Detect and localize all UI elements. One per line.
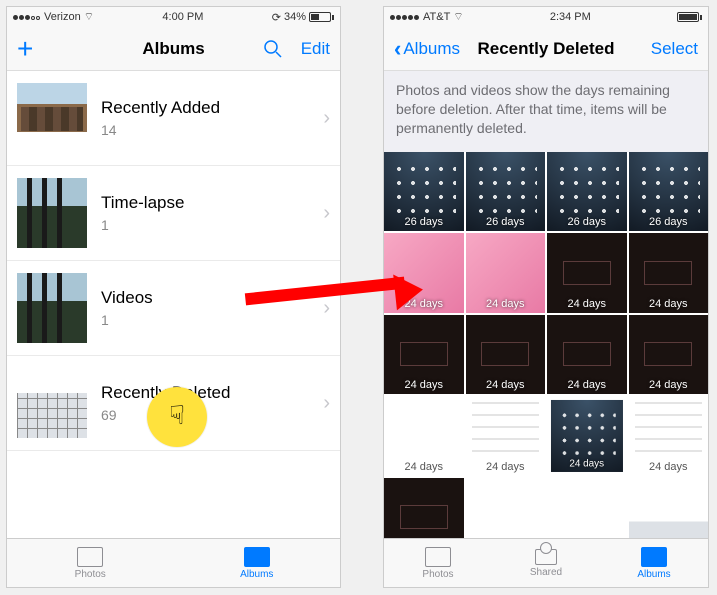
select-button[interactable]: Select	[651, 39, 698, 59]
battery-icon	[309, 12, 334, 22]
shared-icon	[535, 549, 557, 565]
pointer-cursor-icon: ☟	[169, 400, 185, 431]
grid-item[interactable]: 24 days	[551, 400, 623, 472]
album-thumbnail	[17, 273, 87, 343]
info-banner: Photos and videos show the days remainin…	[384, 71, 708, 152]
grid-item[interactable]: 26 days	[629, 152, 709, 232]
chevron-left-icon: ‹	[394, 36, 401, 62]
tab-label: Photos	[75, 569, 106, 580]
chevron-right-icon: ›	[323, 297, 330, 320]
photo-grid: 26 days 26 days 26 days 26 days 24 days …	[384, 152, 708, 558]
albums-icon	[244, 547, 270, 567]
chevron-right-icon: ›	[323, 107, 330, 130]
album-count: 14	[101, 122, 323, 138]
add-album-button[interactable]: +	[17, 35, 33, 63]
days-remaining: 26 days	[466, 216, 546, 228]
grid-item[interactable]: 24 days	[629, 315, 709, 395]
wifi-icon: ⌔	[84, 10, 94, 24]
carrier-label: Verizon	[44, 11, 81, 23]
days-remaining: 26 days	[629, 216, 709, 228]
status-time: 4:00 PM	[162, 11, 203, 23]
days-remaining: 24 days	[384, 461, 464, 473]
back-button[interactable]: ‹ Albums	[394, 36, 460, 62]
chevron-right-icon: ›	[323, 392, 330, 415]
status-bar: Verizon ⌔ 4:00 PM ⟳ 34%	[7, 7, 340, 27]
tab-shared[interactable]: Shared	[492, 539, 600, 587]
tab-photos[interactable]: Photos	[7, 539, 174, 587]
albums-icon	[641, 547, 667, 567]
tab-bar: Photos Shared Albums	[384, 538, 708, 587]
signal-dots-icon	[390, 11, 420, 23]
cursor-highlight: ☟	[147, 387, 207, 447]
tab-label: Photos	[422, 569, 453, 580]
grid-item[interactable]: 24 days	[384, 315, 464, 395]
search-icon	[263, 39, 283, 59]
tab-label: Shared	[530, 567, 562, 578]
battery-icon	[677, 12, 702, 22]
status-bar: AT&T ⌔ 2:34 PM	[384, 7, 708, 27]
days-remaining: 24 days	[629, 461, 709, 473]
days-remaining: 24 days	[629, 379, 709, 391]
album-name: Time-lapse	[101, 193, 323, 213]
days-remaining: 24 days	[551, 458, 623, 469]
tab-bar: Photos Albums	[7, 538, 340, 587]
album-row-timelapse[interactable]: Time-lapse 1 ›	[7, 166, 340, 261]
album-count: 1	[101, 312, 323, 328]
chevron-right-icon: ›	[323, 202, 330, 225]
tab-albums[interactable]: Albums	[174, 539, 341, 587]
status-time: 2:34 PM	[550, 11, 591, 23]
grid-item[interactable]: 24 days	[629, 233, 709, 313]
album-thumbnail	[17, 368, 87, 438]
days-remaining: 24 days	[466, 379, 546, 391]
days-remaining: 26 days	[384, 216, 464, 228]
days-remaining: 26 days	[547, 216, 627, 228]
rotation-lock-icon: ⟳	[272, 11, 281, 24]
days-remaining: 24 days	[629, 298, 709, 310]
tab-label: Albums	[240, 569, 273, 580]
album-count: 1	[101, 217, 323, 233]
edit-button[interactable]: Edit	[301, 39, 330, 59]
days-remaining: 24 days	[547, 298, 627, 310]
days-remaining: 24 days	[547, 379, 627, 391]
signal-dots-icon	[13, 11, 41, 23]
photos-icon	[77, 547, 103, 567]
album-thumbnail	[17, 83, 87, 153]
tab-albums[interactable]: Albums	[600, 539, 708, 587]
album-name: Recently Added	[101, 98, 323, 118]
album-thumbnail	[17, 178, 87, 248]
grid-item[interactable]: 24 days	[384, 396, 464, 476]
days-remaining: 24 days	[466, 298, 546, 310]
album-name: Recently Deleted	[101, 383, 323, 403]
photos-icon	[425, 547, 451, 567]
days-remaining: 24 days	[466, 461, 546, 473]
grid-item[interactable]: 26 days	[384, 152, 464, 232]
grid-item[interactable]: 26 days	[547, 152, 627, 232]
album-count: 69	[101, 407, 323, 423]
nav-bar: + Albums Edit	[7, 27, 340, 71]
grid-item[interactable]: 24 days	[629, 396, 709, 476]
grid-item[interactable]: 26 days	[466, 152, 546, 232]
grid-item[interactable]: 24 days	[466, 396, 546, 476]
tab-label: Albums	[637, 569, 670, 580]
tab-photos[interactable]: Photos	[384, 539, 492, 587]
wifi-icon: ⌔	[453, 10, 463, 24]
search-button[interactable]	[263, 39, 283, 59]
nav-bar: ‹ Albums Recently Deleted Select	[384, 27, 708, 71]
annotation-arrow	[245, 285, 405, 297]
grid-item[interactable]: 24 days	[547, 315, 627, 395]
album-row-recently-added[interactable]: Recently Added 14 ›	[7, 71, 340, 166]
grid-item[interactable]: 24 days	[466, 315, 546, 395]
back-label: Albums	[403, 39, 460, 59]
days-remaining: 24 days	[384, 379, 464, 391]
carrier-label: AT&T	[423, 11, 450, 23]
phone-recently-deleted-screen: AT&T ⌔ 2:34 PM ‹ Albums Recently Deleted…	[383, 6, 709, 588]
grid-item[interactable]: 24 days	[547, 233, 627, 313]
grid-item[interactable]: 24 days	[466, 233, 546, 313]
album-row-videos[interactable]: Videos 1 ›	[7, 261, 340, 356]
battery-pct: 34%	[284, 11, 306, 23]
